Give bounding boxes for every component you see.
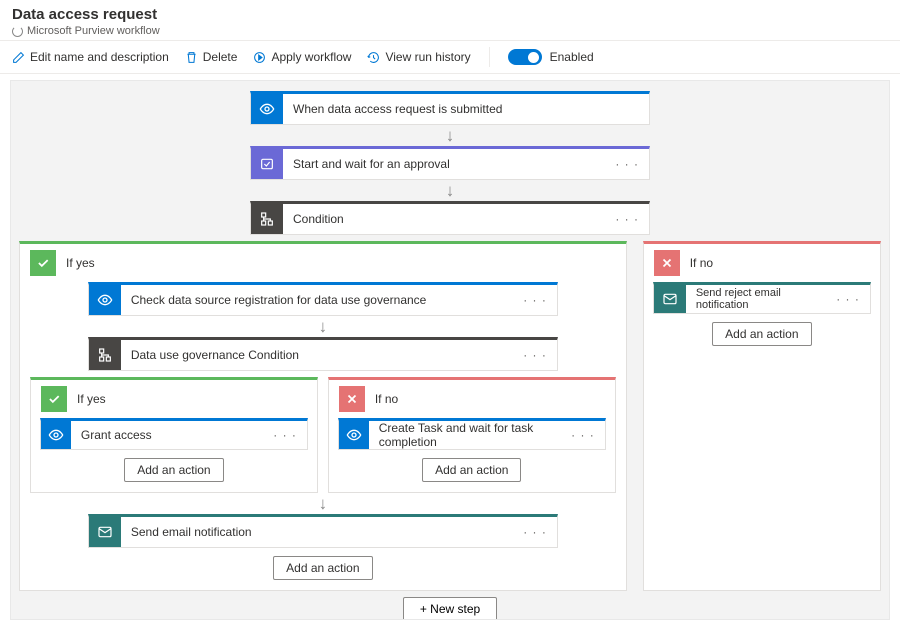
add-action-button[interactable]: Add an action — [422, 458, 521, 482]
breadcrumb: Microsoft Purview workflow — [12, 25, 888, 37]
toolbar: Edit name and description Delete Apply w… — [0, 40, 900, 74]
check-icon — [30, 250, 56, 276]
create-task-card[interactable]: Create Task and wait for task completion… — [338, 418, 606, 450]
condition-icon — [89, 340, 121, 370]
history-icon — [367, 51, 380, 64]
check-icon — [41, 386, 67, 412]
toggle-switch-icon — [508, 49, 542, 65]
branch-no: If no Send reject email notification · ·… — [643, 241, 881, 591]
trigger-card[interactable]: When data access request is submitted — [250, 91, 650, 125]
page-title: Data access request — [12, 6, 888, 23]
view-history-button[interactable]: View run history — [367, 50, 470, 64]
card-menu[interactable]: · · · — [605, 212, 649, 226]
eye-icon — [339, 421, 369, 449]
trash-icon — [185, 51, 198, 64]
condition-icon — [251, 204, 283, 234]
add-action-button[interactable]: Add an action — [273, 556, 372, 580]
governance-condition-card[interactable]: Data use governance Condition · · · — [88, 337, 558, 371]
arrow-down-icon: ↓ — [319, 495, 328, 512]
card-menu[interactable]: · · · — [826, 292, 870, 306]
toolbar-divider — [489, 47, 490, 67]
approval-icon — [251, 149, 283, 179]
workflow-canvas: When data access request is submitted ↓ … — [10, 80, 890, 620]
arrow-down-icon: ↓ — [446, 127, 455, 144]
add-action-button[interactable]: Add an action — [124, 458, 223, 482]
send-reject-email-card[interactable]: Send reject email notification · · · — [653, 282, 871, 314]
arrow-down-icon: ↓ — [446, 182, 455, 199]
branch-yes: If yes Check data source registration fo… — [19, 241, 627, 591]
card-menu[interactable]: · · · — [263, 428, 307, 442]
enabled-toggle[interactable]: Enabled — [508, 49, 594, 65]
eye-icon — [89, 285, 121, 315]
approval-card[interactable]: Start and wait for an approval · · · — [250, 146, 650, 180]
x-icon — [339, 386, 365, 412]
card-menu[interactable]: · · · — [605, 157, 649, 171]
arrow-down-icon: ↓ — [319, 318, 328, 335]
send-email-card[interactable]: Send email notification · · · — [88, 514, 558, 548]
eye-icon — [41, 421, 71, 449]
card-menu[interactable]: · · · — [513, 293, 557, 307]
eye-icon — [251, 94, 283, 124]
mail-icon — [654, 285, 686, 313]
edit-button[interactable]: Edit name and description — [12, 50, 169, 64]
add-action-button[interactable]: Add an action — [712, 322, 811, 346]
apply-workflow-button[interactable]: Apply workflow — [253, 50, 351, 64]
delete-button[interactable]: Delete — [185, 50, 238, 64]
mail-icon — [89, 517, 121, 547]
pencil-icon — [12, 51, 25, 64]
card-menu[interactable]: · · · — [561, 428, 605, 442]
play-circle-icon — [253, 51, 266, 64]
inner-branch-yes: If yes Grant access · · · Add an action — [30, 377, 318, 493]
branch-yes-label: If yes — [66, 256, 95, 270]
grant-access-card[interactable]: Grant access · · · — [40, 418, 308, 450]
inner-branch-no: If no Create Task and wait for task comp… — [328, 377, 616, 493]
card-menu[interactable]: · · · — [513, 525, 557, 539]
branch-no-label: If no — [690, 256, 713, 270]
refresh-icon — [12, 26, 23, 37]
condition-card[interactable]: Condition · · · — [250, 201, 650, 235]
card-menu[interactable]: · · · — [513, 348, 557, 362]
x-icon — [654, 250, 680, 276]
check-registration-card[interactable]: Check data source registration for data … — [88, 282, 558, 316]
